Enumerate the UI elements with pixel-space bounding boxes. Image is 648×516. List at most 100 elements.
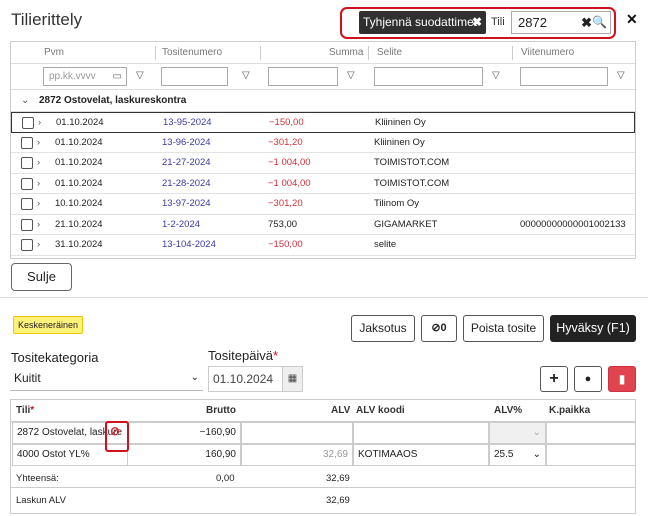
close-icon[interactable]: ✕ [626, 11, 638, 28]
vat-percent-select[interactable]: 25.5 ⌄ [489, 444, 546, 466]
comment-icon: ● [584, 373, 592, 385]
chevron-right-icon[interactable]: › [37, 133, 40, 153]
header-vat-percent: ALV% [494, 405, 523, 416]
chevron-right-icon[interactable]: › [37, 174, 40, 194]
trash-icon: ▮ [618, 372, 626, 386]
clear-filters-button[interactable]: Tyhjennä suodattimet ✖ [359, 11, 486, 34]
delete-voucher-button[interactable]: Poista tosite [463, 315, 544, 342]
delete-row-button[interactable]: ▮ [608, 366, 636, 392]
chevron-right-icon[interactable]: › [37, 153, 40, 173]
category-value: Kuitit [14, 371, 41, 385]
table-row[interactable]: › 01.10.2024 21-28-2024 −1 004,00 TOIMISTOT.… [11, 174, 635, 194]
row-checkbox[interactable] [21, 177, 33, 190]
account-filter-input[interactable]: 2872 ✖ 🔍 [511, 11, 611, 34]
table-row[interactable]: › 01.10.2024 13-95-2024 −150,00 Kliininen Oy [11, 112, 635, 133]
filter-icon[interactable]: ▽ [136, 70, 144, 81]
row-description: TOIMISTOT.COM [374, 157, 450, 168]
row-voucher: 13-95-2024 [163, 117, 212, 128]
row-description: Kliininen Oy [375, 117, 426, 128]
vat-percent-cell: ⌄ [489, 422, 546, 444]
table-row[interactable]: › 01.10.2024 13-96-2024 −301,20 Kliininen Oy [11, 133, 635, 153]
column-description[interactable]: Selite [377, 42, 402, 64]
row-sum: −301,20 [268, 198, 303, 209]
filter-icon[interactable]: ▽ [242, 70, 250, 81]
chevron-right-icon[interactable]: › [37, 235, 40, 255]
group-label: 2872 Ostovelat, laskureskontra [39, 95, 187, 106]
description-filter-input[interactable] [374, 67, 483, 86]
filter-icon[interactable]: ▽ [617, 70, 625, 81]
voucher-date-input[interactable]: 01.10.2024 ▦ [208, 366, 303, 392]
row-date: 10.10.2024 [55, 198, 103, 209]
section-divider [0, 297, 648, 298]
paperclip-icon: ⊘ [431, 322, 441, 334]
header-cost-center: K.paikka [549, 405, 591, 416]
unlink-icon[interactable]: ⊘ [110, 424, 120, 438]
row-voucher: 1-2-2024 [162, 218, 201, 230]
calendar-icon[interactable]: ▦ [282, 367, 302, 391]
row-sum: −1 004,00 [268, 157, 311, 168]
column-sum[interactable]: Summa [329, 42, 363, 64]
column-reference[interactable]: Viitenumero [521, 42, 574, 64]
filter-icon[interactable]: ▽ [492, 70, 500, 81]
approve-button[interactable]: Hyväksy (F1) [550, 315, 636, 342]
date-filter-input[interactable]: pp.kk.vvvv ▭ [43, 67, 127, 86]
attachments-button[interactable]: ⊘0 [421, 315, 457, 342]
calendar-icon[interactable]: ▭ [113, 68, 122, 85]
grid-header: Pvm Tositenumero Summa Selite Viitenumer… [11, 42, 635, 64]
category-select[interactable]: Kuitit ⌄ [10, 367, 203, 391]
filter-icon[interactable]: ▽ [347, 70, 355, 81]
chevron-down-icon: ⌄ [190, 372, 199, 383]
row-checkbox[interactable] [22, 117, 34, 129]
row-checkbox[interactable] [21, 136, 33, 149]
group-row[interactable]: ⌄ 2872 Ostovelat, laskureskontra [11, 90, 635, 112]
chevron-down-icon: ⌄ [532, 427, 541, 438]
row-description: Tilinom Oy [374, 198, 420, 209]
column-date[interactable]: Pvm [44, 42, 64, 64]
sum-filter-input[interactable] [268, 67, 338, 86]
voucher-date-value: 01.10.2024 [213, 372, 274, 386]
filter-row: pp.kk.vvvv ▭ ▽ ▽ ▽ ▽ ▽ [11, 64, 635, 90]
row-checkbox[interactable] [21, 239, 33, 251]
row-sum: −1 004,00 [268, 177, 311, 189]
column-voucher[interactable]: Tositenumero [162, 42, 222, 64]
table-row[interactable]: › 31.10.2024 13-104-2024 −150,00 selite [11, 235, 635, 256]
close-icon[interactable]: ✖ [472, 11, 482, 34]
chevron-right-icon[interactable]: › [37, 215, 40, 235]
voucher-filter-input[interactable] [161, 67, 228, 86]
status-badge: Keskeneräinen [13, 316, 83, 334]
vat-cell[interactable]: 32,69 [241, 444, 353, 466]
chevron-down-icon: ⌄ [532, 449, 541, 460]
table-row[interactable]: › 10.10.2024 13-97-2024 −301,20 Tilinom Oy [11, 194, 635, 215]
row-voucher: 13-97-2024 [162, 198, 211, 209]
header-vat-code: ALV koodi [356, 405, 405, 416]
chevron-right-icon[interactable]: › [38, 113, 41, 133]
clear-input-icon[interactable]: ✖ [581, 12, 592, 33]
close-button[interactable]: Sulje [11, 263, 72, 291]
vat-code-cell[interactable] [353, 422, 489, 444]
row-voucher: 21-27-2024 [162, 157, 211, 168]
row-checkbox[interactable] [21, 198, 33, 210]
table-row[interactable]: › 01.10.2024 21-27-2024 −1 004,00 TOIMISTOT.… [11, 153, 635, 174]
row-checkbox[interactable] [21, 218, 33, 231]
gross-cell[interactable]: 160,90 [127, 444, 241, 466]
plus-icon: + [549, 370, 559, 387]
row-date: 21.10.2024 [55, 218, 103, 230]
header-account: Tili* [16, 405, 35, 416]
cost-center-cell[interactable] [546, 444, 635, 466]
cost-center-cell[interactable] [546, 422, 635, 444]
vat-code-cell[interactable]: KOTIMAAOS [353, 444, 489, 466]
header-gross: Brutto [206, 405, 236, 416]
comment-button[interactable]: ● [574, 366, 602, 392]
search-icon[interactable]: 🔍 [592, 12, 607, 33]
vat-cell[interactable] [241, 422, 353, 444]
row-checkbox[interactable] [21, 157, 33, 169]
gross-cell[interactable]: −160,90 [127, 422, 241, 444]
row-date: 31.10.2024 [55, 239, 103, 250]
totals-vat: 32,69 [326, 473, 350, 484]
periodize-button[interactable]: Jaksotus [351, 315, 415, 342]
table-row[interactable]: › 21.10.2024 1-2-2024 753,00 GIGAMARKET 00000… [11, 215, 635, 235]
add-row-button[interactable]: + [540, 366, 568, 392]
reference-filter-input[interactable] [520, 67, 608, 86]
chevron-right-icon[interactable]: › [37, 194, 40, 214]
chevron-down-icon[interactable]: ⌄ [21, 90, 29, 112]
